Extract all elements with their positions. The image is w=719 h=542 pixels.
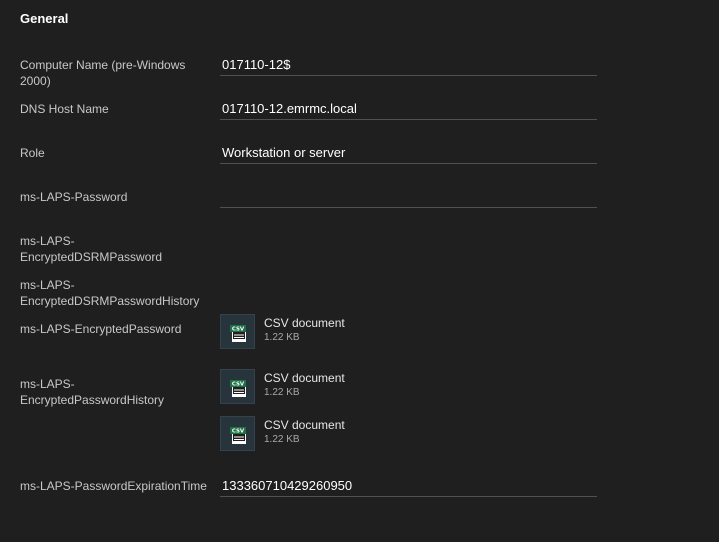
csv-file-icon: CSV [220,416,255,451]
laps-password-field[interactable] [220,187,597,208]
role-field[interactable]: Workstation or server [220,143,597,164]
section-title: General [20,11,69,26]
password-expiration-time-label: ms-LAPS-PasswordExpirationTime [20,479,207,493]
svg-text:CSV: CSV [232,429,245,435]
file-size: 1.22 KB [264,434,300,445]
general-panel: General Computer Name (pre-Windows 2000)… [0,0,719,542]
file-name: CSV document [264,316,345,330]
encrypted-password-history-file-2[interactable]: CSV CSV document 1.22 KB [220,416,480,451]
encrypted-password-file[interactable]: CSV CSV document 1.22 KB [220,314,480,349]
csv-file-icon: CSV [220,369,255,404]
encrypted-dsrm-password-label: ms-LAPS-EncryptedDSRMPassword [20,234,163,264]
file-name: CSV document [264,418,345,432]
computer-name-label: Computer Name (pre-Windows 2000) [20,58,186,88]
laps-password-label: ms-LAPS-Password [20,190,128,204]
computer-name-field[interactable]: 017110-12$ [220,55,597,76]
dns-host-name-label: DNS Host Name [20,102,109,116]
file-size: 1.22 KB [264,387,300,398]
password-expiration-time-field[interactable]: 133360710429260950 [220,476,597,497]
csv-file-icon: CSV [220,314,255,349]
encrypted-password-history-file-1[interactable]: CSV CSV document 1.22 KB [220,369,480,404]
file-size: 1.22 KB [264,332,300,343]
dns-host-name-field[interactable]: 017110-12.emrmc.local [220,99,597,120]
encrypted-dsrm-password-history-label: ms-LAPS-EncryptedDSRMPasswordHistory [20,278,200,308]
file-name: CSV document [264,371,345,385]
encrypted-password-label: ms-LAPS-EncryptedPassword [20,322,182,336]
encrypted-password-history-label: ms-LAPS-EncryptedPasswordHistory [20,377,165,407]
svg-text:CSV: CSV [232,382,245,388]
svg-text:CSV: CSV [232,327,245,333]
role-label: Role [20,146,45,160]
